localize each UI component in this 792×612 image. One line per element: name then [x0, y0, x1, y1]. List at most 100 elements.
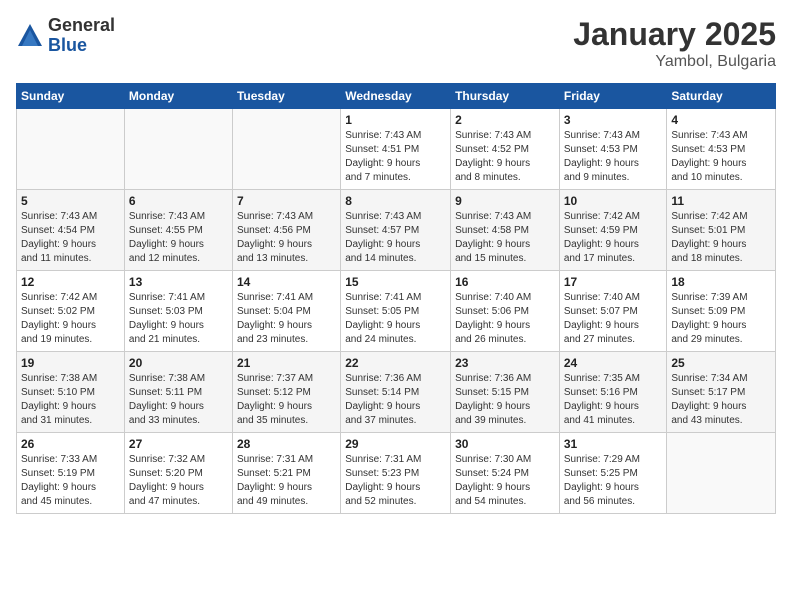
logo-general: General [48, 16, 115, 36]
table-row: 3 Sunrise: 7:43 AM Sunset: 4:53 PM Daylig… [559, 109, 667, 190]
table-row: 23 Sunrise: 7:36 AM Sunset: 5:15 PM Dayli… [451, 352, 560, 433]
table-row: 16 Sunrise: 7:40 AM Sunset: 5:06 PM Dayli… [451, 271, 560, 352]
day-number: 25 [671, 356, 771, 370]
day-number: 12 [21, 275, 120, 289]
table-row: 7Sunrise: 7:43 AM Sunset: 4:56 PM Daylig… [232, 190, 340, 271]
day-number: 8 [345, 194, 446, 208]
day-number: 17 [564, 275, 663, 289]
day-info: Sunrise: 7:32 AM Sunset: 5:20 PM Dayligh… [129, 453, 228, 509]
day-info: Sunrise: 7:38 AM Sunset: 5:11 PM Dayligh… [129, 372, 228, 428]
day-info: Sunrise: 7:43 AM Sunset: 4:53 PM Dayligh… [671, 129, 771, 185]
page: General Blue January 2025 Yambol, Bulgar… [0, 0, 792, 612]
day-number: 21 [237, 356, 336, 370]
table-row: 25Sunrise: 7:34 AM Sunset: 5:17 PM Dayli… [667, 352, 776, 433]
day-info: Sunrise: 7:40 AM Sunset: 5:07 PM Dayligh… [564, 291, 663, 347]
day-number: 23 [455, 356, 555, 370]
calendar-week-1: 5 Sunrise: 7:43 AM Sunset: 4:54 PM Daylig… [17, 190, 776, 271]
day-info: Sunrise: 7:43 AM Sunset: 4:51 PM Dayligh… [345, 129, 446, 185]
day-number: 31 [564, 437, 663, 451]
day-number: 4 [671, 113, 771, 127]
calendar-week-2: 12 Sunrise: 7:42 AM Sunset: 5:02 PM Dayli… [17, 271, 776, 352]
table-row: 18Sunrise: 7:39 AM Sunset: 5:09 PM Dayli… [667, 271, 776, 352]
table-row: 29 Sunrise: 7:31 AM Sunset: 5:23 PM Dayli… [341, 433, 451, 514]
table-row: 13Sunrise: 7:41 AM Sunset: 5:03 PM Dayli… [124, 271, 232, 352]
table-row: 6Sunrise: 7:43 AM Sunset: 4:55 PM Daylig… [124, 190, 232, 271]
day-number: 19 [21, 356, 120, 370]
logo-icon [16, 22, 44, 50]
day-number: 7 [237, 194, 336, 208]
header-friday: Friday [559, 84, 667, 109]
calendar-table: Sunday Monday Tuesday Wednesday Thursday… [16, 83, 776, 514]
table-row: 28 Sunrise: 7:31 AM Sunset: 5:21 PM Dayli… [232, 433, 340, 514]
day-info: Sunrise: 7:43 AM Sunset: 4:58 PM Dayligh… [455, 210, 555, 266]
header: General Blue January 2025 Yambol, Bulgar… [16, 16, 776, 71]
day-info: Sunrise: 7:36 AM Sunset: 5:14 PM Dayligh… [345, 372, 446, 428]
day-info: Sunrise: 7:43 AM Sunset: 4:53 PM Dayligh… [564, 129, 663, 185]
calendar-week-3: 19 Sunrise: 7:38 AM Sunset: 5:10 PM Dayli… [17, 352, 776, 433]
table-row: 19 Sunrise: 7:38 AM Sunset: 5:10 PM Dayli… [17, 352, 125, 433]
table-row: 31Sunrise: 7:29 AM Sunset: 5:25 PM Dayli… [559, 433, 667, 514]
day-number: 18 [671, 275, 771, 289]
logo-text: General Blue [48, 16, 115, 56]
table-row: 4 Sunrise: 7:43 AM Sunset: 4:53 PM Daylig… [667, 109, 776, 190]
header-saturday: Saturday [667, 84, 776, 109]
day-info: Sunrise: 7:31 AM Sunset: 5:23 PM Dayligh… [345, 453, 446, 509]
table-row: 21 Sunrise: 7:37 AM Sunset: 5:12 PM Dayli… [232, 352, 340, 433]
table-row: 26Sunrise: 7:33 AM Sunset: 5:19 PM Dayli… [17, 433, 125, 514]
calendar-week-0: 1 Sunrise: 7:43 AM Sunset: 4:51 PM Daylig… [17, 109, 776, 190]
header-thursday: Thursday [451, 84, 560, 109]
calendar-week-4: 26Sunrise: 7:33 AM Sunset: 5:19 PM Dayli… [17, 433, 776, 514]
day-info: Sunrise: 7:42 AM Sunset: 5:02 PM Dayligh… [21, 291, 120, 347]
table-row: 12 Sunrise: 7:42 AM Sunset: 5:02 PM Dayli… [17, 271, 125, 352]
day-number: 15 [345, 275, 446, 289]
header-monday: Monday [124, 84, 232, 109]
title-block: January 2025 Yambol, Bulgaria [573, 16, 776, 71]
month-title: January 2025 [573, 16, 776, 53]
table-row: 24Sunrise: 7:35 AM Sunset: 5:16 PM Dayli… [559, 352, 667, 433]
day-number: 13 [129, 275, 228, 289]
day-info: Sunrise: 7:36 AM Sunset: 5:15 PM Dayligh… [455, 372, 555, 428]
day-info: Sunrise: 7:43 AM Sunset: 4:57 PM Dayligh… [345, 210, 446, 266]
table-row: 8 Sunrise: 7:43 AM Sunset: 4:57 PM Daylig… [341, 190, 451, 271]
day-info: Sunrise: 7:43 AM Sunset: 4:55 PM Dayligh… [129, 210, 228, 266]
day-info: Sunrise: 7:43 AM Sunset: 4:54 PM Dayligh… [21, 210, 120, 266]
day-info: Sunrise: 7:31 AM Sunset: 5:21 PM Dayligh… [237, 453, 336, 509]
day-info: Sunrise: 7:43 AM Sunset: 4:52 PM Dayligh… [455, 129, 555, 185]
table-row: 15Sunrise: 7:41 AM Sunset: 5:05 PM Dayli… [341, 271, 451, 352]
day-number: 26 [21, 437, 120, 451]
day-number: 11 [671, 194, 771, 208]
table-row: 2 Sunrise: 7:43 AM Sunset: 4:52 PM Daylig… [451, 109, 560, 190]
day-info: Sunrise: 7:42 AM Sunset: 5:01 PM Dayligh… [671, 210, 771, 266]
day-info: Sunrise: 7:41 AM Sunset: 5:04 PM Dayligh… [237, 291, 336, 347]
day-number: 3 [564, 113, 663, 127]
table-row [232, 109, 340, 190]
header-wednesday: Wednesday [341, 84, 451, 109]
logo-blue: Blue [48, 36, 115, 56]
day-number: 14 [237, 275, 336, 289]
table-row: 17 Sunrise: 7:40 AM Sunset: 5:07 PM Dayli… [559, 271, 667, 352]
calendar-header-row: Sunday Monday Tuesday Wednesday Thursday… [17, 84, 776, 109]
day-number: 30 [455, 437, 555, 451]
header-tuesday: Tuesday [232, 84, 340, 109]
day-number: 5 [21, 194, 120, 208]
location: Yambol, Bulgaria [573, 53, 776, 71]
day-number: 16 [455, 275, 555, 289]
day-info: Sunrise: 7:38 AM Sunset: 5:10 PM Dayligh… [21, 372, 120, 428]
day-info: Sunrise: 7:37 AM Sunset: 5:12 PM Dayligh… [237, 372, 336, 428]
table-row: 10Sunrise: 7:42 AM Sunset: 4:59 PM Dayli… [559, 190, 667, 271]
day-number: 10 [564, 194, 663, 208]
table-row: 14 Sunrise: 7:41 AM Sunset: 5:04 PM Dayli… [232, 271, 340, 352]
logo: General Blue [16, 16, 115, 56]
day-info: Sunrise: 7:30 AM Sunset: 5:24 PM Dayligh… [455, 453, 555, 509]
day-number: 1 [345, 113, 446, 127]
table-row: 27 Sunrise: 7:32 AM Sunset: 5:20 PM Dayli… [124, 433, 232, 514]
header-sunday: Sunday [17, 84, 125, 109]
table-row: 5 Sunrise: 7:43 AM Sunset: 4:54 PM Daylig… [17, 190, 125, 271]
day-number: 2 [455, 113, 555, 127]
table-row: 30 Sunrise: 7:30 AM Sunset: 5:24 PM Dayli… [451, 433, 560, 514]
day-number: 29 [345, 437, 446, 451]
day-number: 27 [129, 437, 228, 451]
table-row: 9Sunrise: 7:43 AM Sunset: 4:58 PM Daylig… [451, 190, 560, 271]
day-info: Sunrise: 7:40 AM Sunset: 5:06 PM Dayligh… [455, 291, 555, 347]
day-number: 28 [237, 437, 336, 451]
